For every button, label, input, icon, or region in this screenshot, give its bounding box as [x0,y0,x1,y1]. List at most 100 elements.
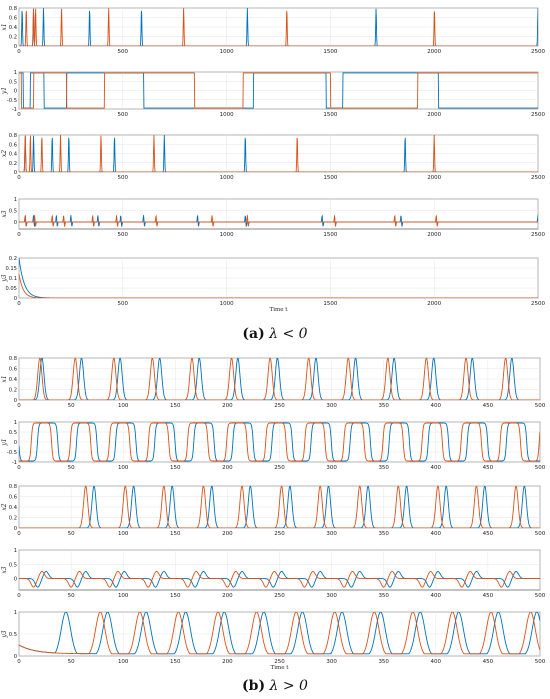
x-tick-label: 250 [274,531,285,537]
x-tick-label: 500 [535,465,546,471]
axes-frame [18,198,539,230]
x-tick-label: 400 [431,531,442,537]
subplot-a-2: 0 500 1000 1500 2000 2500 -1 -0.5 0 0.5 1 y1 [1,70,545,118]
x-tick-label: 350 [378,403,389,409]
y-axis-label: x2 [1,503,8,510]
y-tick-label: -0.5 [7,98,17,104]
x-tick-label: 0 [17,232,21,238]
caption-a-label: (a) [242,326,265,342]
x-tick-label: 500 [118,175,129,181]
subplot-b-4: 0 50 100 150 200 250 300 350 400 450 500 0 0.5 1 x3 [1,548,546,599]
y-tick-label: 0 [14,654,17,660]
x-tick-label: 250 [274,593,285,599]
y-tick-label: 1 [14,548,17,554]
subplot-a-5: 0 500 1000 1500 2000 2500 0 0.05 0.1 0.15 0.2 y3 Tim… [1,256,545,313]
subplot-b-2: 0 50 100 150 200 250 300 350 400 450 500 -1 -0.5 0 0.5… [1,420,546,471]
x-tick-label: 2000 [427,49,441,55]
x-tick-label: 2500 [531,175,545,181]
x-tick-label: 100 [118,593,129,599]
x-tick-label: 500 [535,593,546,599]
x-tick-label: 1000 [220,175,234,181]
y-tick-label: 0 [14,398,17,404]
y-axis-label: y3 [1,274,8,282]
x-tick-label: 2500 [531,301,545,307]
y-tick-label: 0 [14,526,17,532]
y-tick-label: 0 [14,44,17,50]
x-tick-label: 1500 [323,232,337,238]
x-tick-label: 1000 [220,301,234,307]
y-tick-label: 0.6 [9,16,17,22]
x-tick-label: 500 [118,232,129,238]
x-tick-label: 100 [118,403,129,409]
y-axis-label: x3 [1,210,8,217]
x-tick-label: 0 [17,49,21,55]
y-tick-label: 0.2 [9,256,17,262]
x-tick-label: 150 [170,593,181,599]
subplot-a-3: 0 500 1000 1500 2000 2500 0 0.2 0.4 0.6 0.8 x2 [1,133,545,181]
x-tick-label: 2500 [531,49,545,55]
y-tick-label: 0.6 [9,367,17,373]
x-tick-label: 100 [118,659,129,665]
x-tick-label: 50 [68,531,75,537]
y-tick-label: 0.2 [9,516,17,522]
x-tick-label: 400 [431,659,442,665]
y-axis-label: x2 [1,150,8,157]
y-tick-label: 0.8 [9,484,17,490]
x-tick-label: 400 [431,403,442,409]
x-tick-label: 350 [378,465,389,471]
x-tick-label: 350 [378,593,389,599]
y-tick-label: 0 [14,440,17,446]
x-tick-label: 250 [274,403,285,409]
caption-b: (b) λ > 0 [0,678,550,694]
y-tick-label: 0.5 [9,562,17,568]
x-tick-label: 500 [535,531,546,537]
y-tick-label: 1 [14,197,17,203]
x-tick-label: 250 [274,465,285,471]
y-tick-label: 0.5 [9,79,17,85]
x-tick-label: 450 [483,593,494,599]
caption-a: (a) λ < 0 [0,326,550,342]
y-tick-label: 0.6 [9,142,17,148]
x-tick-label: 2000 [427,112,441,118]
x-tick-label: 400 [431,593,442,599]
caption-b-math: λ > 0 [269,678,308,694]
y-axis-label: x3 [1,566,8,573]
x-tick-label: 2000 [427,301,441,307]
x-tick-label: 400 [431,465,442,471]
x-tick-label: 500 [118,49,129,55]
x-tick-label: 200 [222,531,233,537]
x-tick-label: 300 [326,531,337,537]
x-tick-label: 50 [68,465,75,471]
x-tick-label: 0 [17,175,21,181]
x-tick-label: 300 [326,659,337,665]
x-tick-label: 200 [222,593,233,599]
y-axis-label: y1 [1,87,8,95]
y-tick-label: 0.4 [9,377,18,383]
x-tick-label: 200 [222,465,233,471]
subplot-a-4: 0 500 1000 1500 2000 2500 0 0.5 1 x3 [1,197,545,238]
x-tick-label: 200 [222,403,233,409]
x-tick-label: 2500 [531,232,545,238]
x-tick-label: 0 [17,112,21,118]
y-tick-label: 1 [14,70,17,76]
x-tick-label: 300 [326,593,337,599]
x-tick-label: 450 [483,403,494,409]
x-tick-label: 1000 [220,232,234,238]
x-tick-label: 500 [535,659,546,665]
x-tick-label: 500 [118,301,129,307]
subplot-b-3: 0 50 100 150 200 250 300 350 400 450 500 0 0.2 0.4 0.6… [1,484,546,537]
x-tick-label: 150 [170,465,181,471]
x-tick-label: 0 [17,531,21,537]
y-axis-label: y1 [1,438,8,446]
y-tick-label: 0.8 [9,6,17,12]
subplot-b-1: 0 50 100 150 200 250 300 350 400 450 500 0 0.2 0.4 0.6… [1,356,546,409]
subplot-b-5: 0 50 100 150 200 250 300 350 400 450 50000.51y3Tim… [1,610,546,671]
x-tick-label: 0 [17,301,21,307]
y-tick-label: 0.2 [9,161,17,167]
y-tick-label: 0.15 [5,266,17,272]
y-tick-label: 0 [14,296,17,302]
y-tick-label: -1 [12,107,17,113]
y-axis-label: y3 [1,630,8,638]
y-tick-label: -0.5 [7,450,17,456]
x-tick-label: 0 [17,659,21,665]
